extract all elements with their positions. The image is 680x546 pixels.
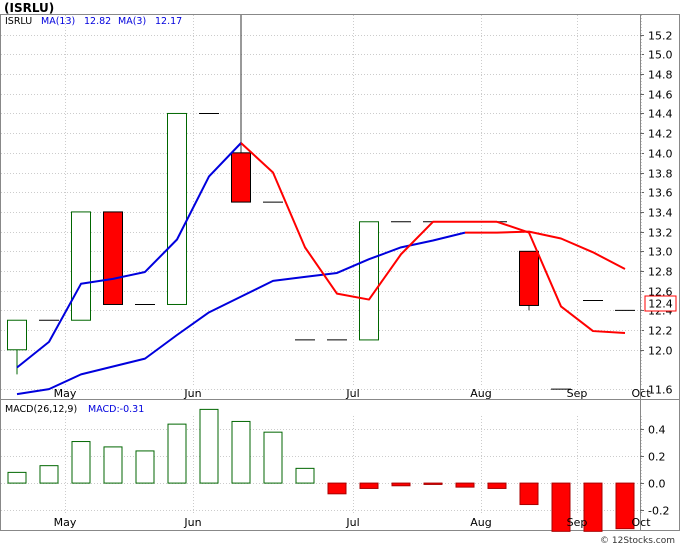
macd-bar <box>359 482 379 489</box>
macd-x-label: Jul <box>345 516 359 529</box>
macd-bar <box>103 446 123 484</box>
macd-x-label: Oct <box>631 516 651 529</box>
price-tick-label: 13.0 <box>648 246 673 259</box>
macd-x-label: Sep <box>567 516 588 529</box>
price-tick-label: 13.4 <box>648 207 673 220</box>
price-tick-label: 14.2 <box>648 128 673 141</box>
macd-bar <box>519 482 539 506</box>
ma13-legend-label: MA(13) <box>41 16 75 27</box>
chart-canvas: 11.612.012.212.412.612.813.013.213.413.6… <box>0 1 680 546</box>
price-x-label: Sep <box>567 387 588 400</box>
macd-tick-label: 0.4 <box>648 424 666 437</box>
price-x-label: Aug <box>470 387 491 400</box>
moving-average-line <box>465 230 626 270</box>
price-x-label: Jul <box>345 387 359 400</box>
price-x-label: May <box>54 387 77 400</box>
macd-histogram <box>7 408 635 532</box>
macd-bar <box>487 482 507 489</box>
candle-up <box>7 319 27 351</box>
ma3-legend-label: MA(3) <box>118 16 146 27</box>
macd-bar <box>391 482 411 487</box>
price-tick-label: 13.8 <box>648 168 673 181</box>
macd-bar <box>199 408 219 484</box>
candle-down <box>519 250 539 306</box>
price-tick-label: 11.6 <box>648 384 673 397</box>
macd-x-label: May <box>54 516 77 529</box>
candlesticks <box>7 15 635 390</box>
macd-bar <box>7 471 27 484</box>
price-tick-label: 14.4 <box>648 108 673 121</box>
macd-value-label: MACD:-0.31 <box>88 404 144 415</box>
price-tick-label: 14.0 <box>648 148 673 161</box>
candle-up <box>71 211 91 321</box>
macd-tick-label: 0.0 <box>648 478 666 491</box>
macd-grid <box>1 416 644 515</box>
price-tick-label: 13.2 <box>648 227 673 240</box>
macd-x-label: Jun <box>183 516 201 529</box>
price-tick-label: 13.6 <box>648 187 673 200</box>
stock-chart: 11.612.012.212.412.612.813.013.213.413.6… <box>0 0 680 546</box>
price-tick-label: 14.8 <box>648 69 673 82</box>
watermark: © 12Stocks.com <box>600 536 675 546</box>
price-tick-label: 12.8 <box>648 266 673 279</box>
macd-tick-label: -0.2 <box>648 505 669 518</box>
macd-bar <box>423 482 443 485</box>
macd-bar <box>71 441 91 484</box>
candle-down <box>231 152 251 203</box>
price-x-label: Jun <box>183 387 201 400</box>
price-tick-label: 14.6 <box>648 89 673 102</box>
macd-bar <box>231 420 251 484</box>
last-price-label: 12.4 <box>648 298 673 311</box>
price-x-label: Oct <box>631 387 651 400</box>
ticker-title: (ISRLU) <box>4 1 54 15</box>
macd-bar <box>263 431 283 484</box>
moving-average-line <box>16 142 242 369</box>
macd-x-label: Aug <box>470 516 491 529</box>
macd-bar <box>455 482 475 488</box>
macd-tick-label: 0.2 <box>648 451 666 464</box>
macd-bar <box>135 450 155 484</box>
macd-bar <box>327 482 347 495</box>
candle-up <box>359 221 379 341</box>
macd-bar <box>39 465 59 484</box>
candle-down <box>103 211 123 305</box>
price-tick-label: 12.2 <box>648 325 673 338</box>
price-tick-label: 12.0 <box>648 345 673 358</box>
price-tick-label: 15.2 <box>648 30 673 43</box>
ma13-legend-value: 12.82 <box>84 16 111 27</box>
macd-bar <box>167 423 187 484</box>
candle-up <box>167 112 187 305</box>
price-tick-label: 15.0 <box>648 49 673 62</box>
macd-label: MACD(26,12,9) <box>5 404 77 415</box>
symbol-label: ISRLU <box>5 16 32 27</box>
ma3-legend-value: 12.17 <box>155 16 182 27</box>
price-grid <box>1 15 644 390</box>
macd-bar <box>295 467 315 484</box>
